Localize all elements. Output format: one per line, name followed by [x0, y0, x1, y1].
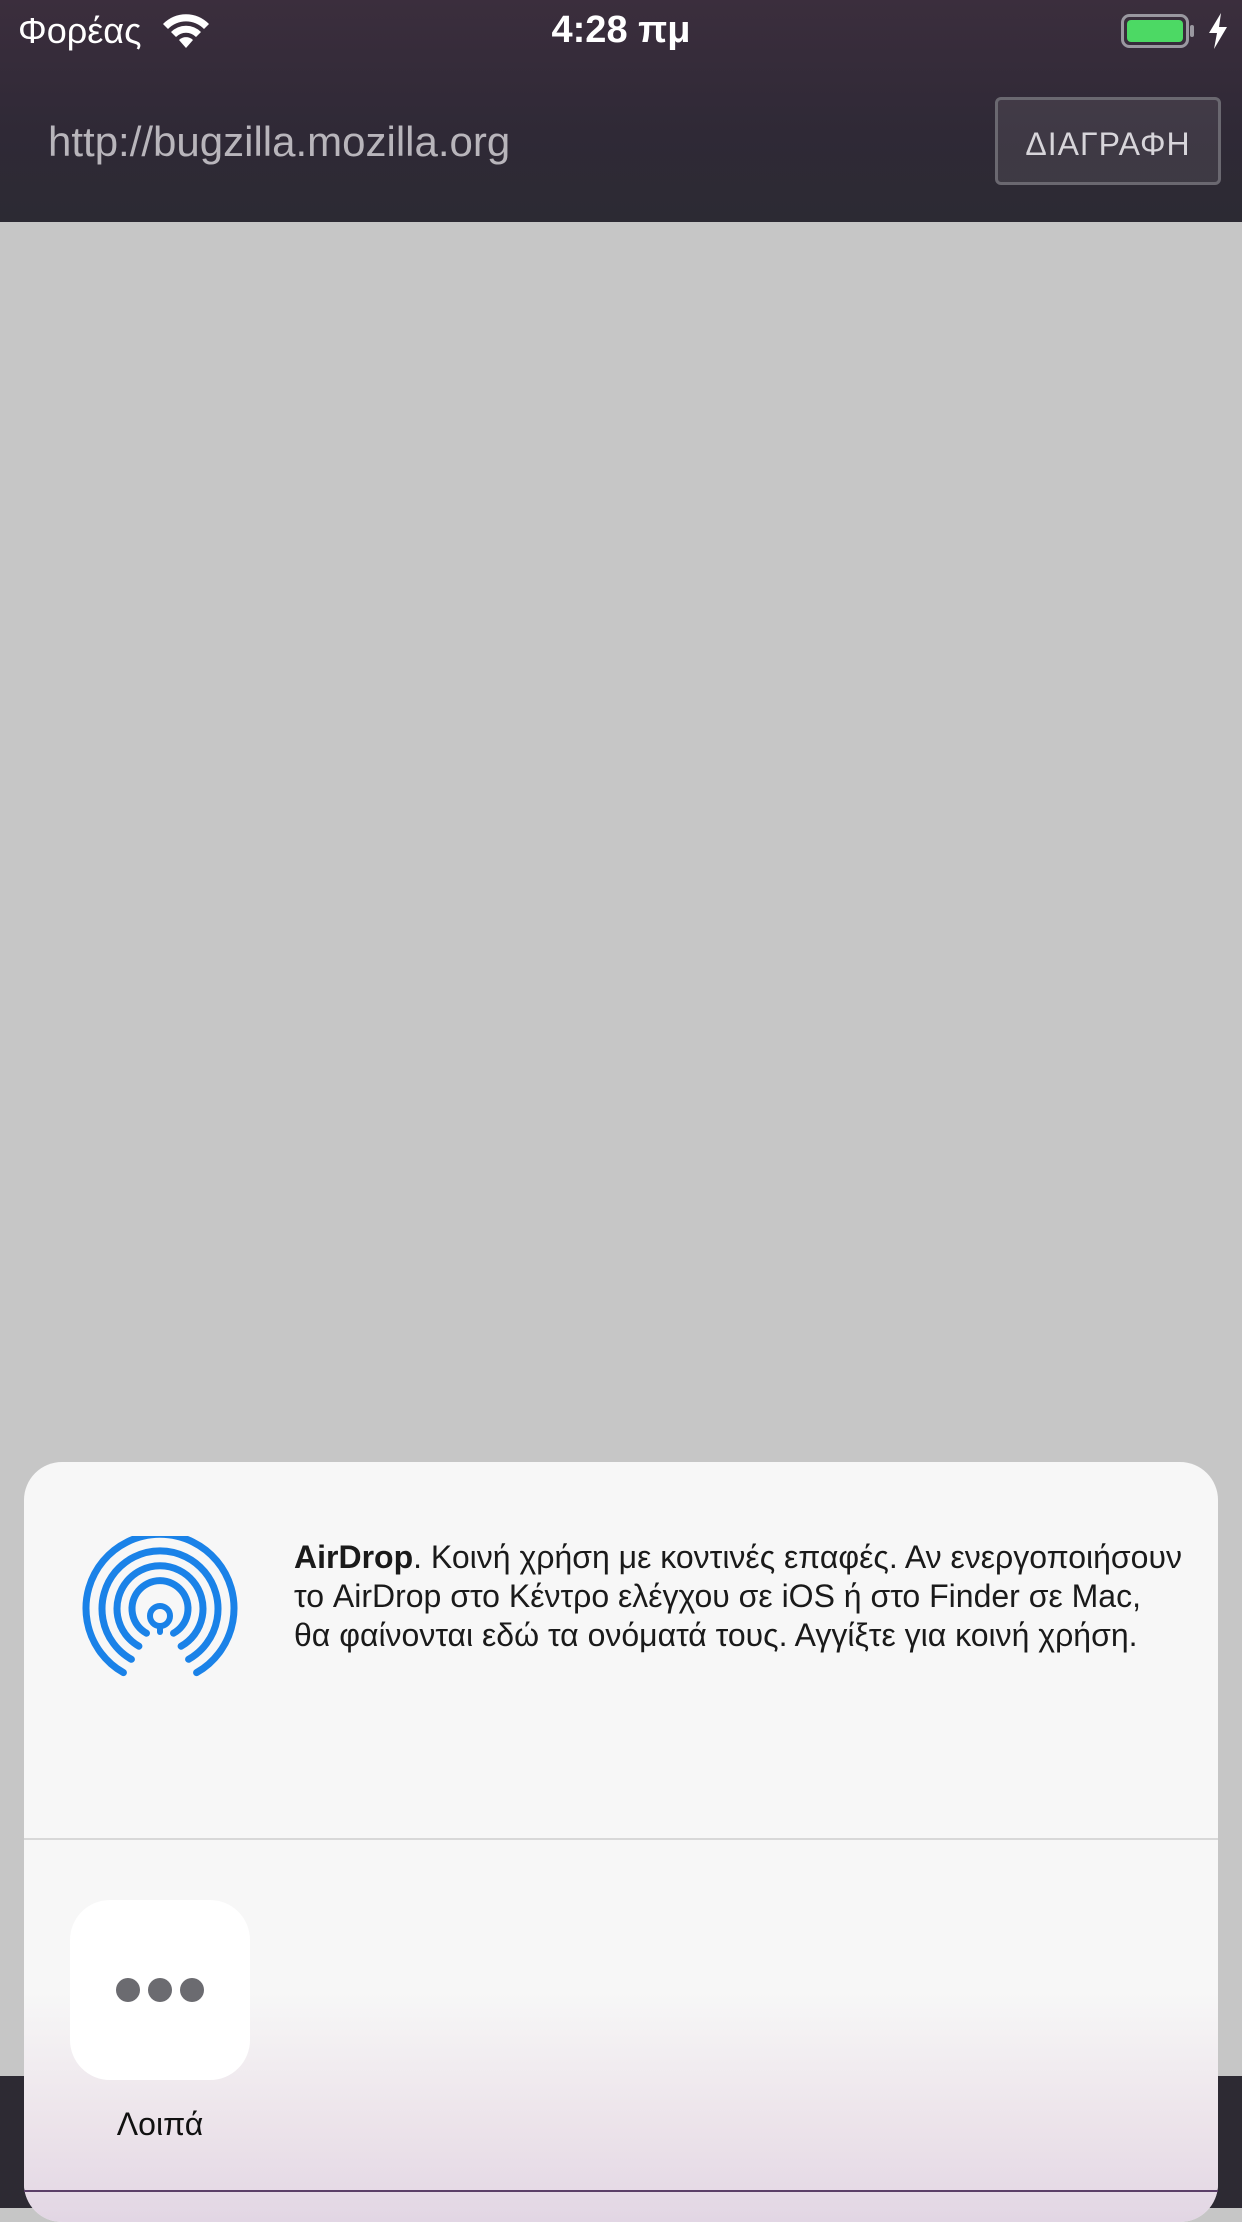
share-sheet: AirDrop. Κοινή χρήση με κοντινές επαφές.… [24, 1462, 1218, 2222]
battery-icon [1121, 14, 1194, 48]
charging-bolt-icon [1209, 13, 1227, 49]
airdrop-body: . Κοινή χρήση με κοντινές επαφές. Αν ενε… [294, 1539, 1182, 1653]
airdrop-title: AirDrop [294, 1539, 414, 1575]
sheet-bottom-line [24, 2190, 1218, 2192]
status-time: 4:28 πμ [551, 9, 691, 51]
airdrop-description: AirDrop. Κοινή χρήση με κοντινές επαφές.… [294, 1538, 1184, 1655]
airdrop-icon [82, 1536, 238, 1677]
clear-button[interactable]: ΔΙΑΓΡΑΦΗ [995, 97, 1221, 185]
status-bar: Φορέας 4:28 πμ [0, 0, 1242, 62]
share-apps-row: Λοιπά [24, 1840, 1218, 2222]
more-dots-icon [116, 1978, 204, 2002]
more-button[interactable] [70, 1900, 250, 2080]
more-label: Λοιπά [116, 2106, 204, 2142]
airdrop-section[interactable]: AirDrop. Κοινή χρήση με κοντινές επαφές.… [24, 1462, 1218, 1838]
url-field[interactable]: http://bugzilla.mozilla.org [48, 112, 510, 172]
